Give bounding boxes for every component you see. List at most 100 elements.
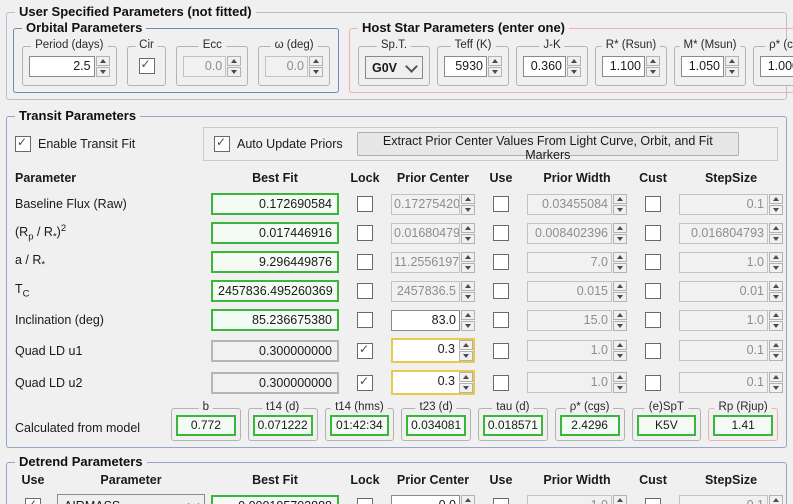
detrend-parameter-select[interactable]: AIRMASS: [57, 494, 205, 504]
lock-checkbox[interactable]: ✓: [357, 283, 373, 299]
spin-up-button[interactable]: [461, 495, 475, 504]
use-checkbox[interactable]: ✓: [493, 375, 509, 391]
cust-checkbox[interactable]: ✓: [645, 498, 661, 504]
spin-up-button[interactable]: [488, 56, 502, 66]
prior-center-spinner-value[interactable]: 0.0: [391, 495, 460, 504]
spin-down-button[interactable]: [613, 383, 627, 393]
spin-down-button[interactable]: [461, 321, 475, 331]
lock-checkbox[interactable]: ✓: [357, 312, 373, 328]
spin-up-button[interactable]: [459, 372, 473, 382]
spin-down-button[interactable]: [461, 205, 475, 215]
spin-down-button[interactable]: [613, 263, 627, 273]
spin-down-button[interactable]: [488, 67, 502, 77]
prior-width-spinner-value[interactable]: 15.0: [527, 310, 612, 331]
cust-checkbox[interactable]: ✓: [645, 254, 661, 270]
mstar-value[interactable]: 1.050: [681, 56, 724, 77]
stepsize-spinner-value[interactable]: 0.016804793: [679, 223, 768, 244]
lock-checkbox[interactable]: ✓: [357, 254, 373, 270]
spin-up-button[interactable]: [769, 281, 783, 291]
use-checkbox[interactable]: ✓: [493, 225, 509, 241]
spin-down-button[interactable]: [769, 205, 783, 215]
cust-checkbox[interactable]: ✓: [645, 196, 661, 212]
spin-up-button[interactable]: [613, 252, 627, 262]
spin-down-button[interactable]: [769, 292, 783, 302]
prior-width-spinner-value[interactable]: 1.0: [527, 372, 612, 393]
lock-checkbox[interactable]: ✓: [357, 375, 373, 391]
jk-value[interactable]: 0.360: [523, 56, 566, 77]
spin-down-button[interactable]: [96, 67, 110, 77]
lock-checkbox[interactable]: ✓: [357, 196, 373, 212]
use-checkbox[interactable]: ✓: [493, 254, 509, 270]
stepsize-spinner-value[interactable]: 0.1: [679, 372, 768, 393]
spin-up-button[interactable]: [461, 281, 475, 291]
spin-down-button[interactable]: [459, 383, 473, 393]
period-value[interactable]: 2.5: [29, 56, 95, 77]
rstar-value[interactable]: 1.100: [602, 56, 645, 77]
extract-prior-center-button[interactable]: Extract Prior Center Values From Light C…: [357, 132, 739, 156]
lock-checkbox[interactable]: ✓: [357, 498, 373, 504]
spin-down-button[interactable]: [461, 263, 475, 273]
spin-up-button[interactable]: [613, 310, 627, 320]
spin-up-button[interactable]: [96, 56, 110, 66]
stepsize-spinner-value[interactable]: 1.0: [679, 252, 768, 273]
spin-down-button[interactable]: [646, 67, 660, 77]
spin-up-button[interactable]: [461, 194, 475, 204]
prior-center-spinner-value[interactable]: 0.3: [393, 340, 458, 361]
spin-up-button[interactable]: [567, 56, 581, 66]
spin-up-button[interactable]: [459, 340, 473, 350]
prior-center-spinner-value[interactable]: 0.016804793: [391, 223, 460, 244]
prior-width-spinner-value[interactable]: 1.0: [527, 495, 612, 504]
spin-up-button[interactable]: [769, 340, 783, 350]
prior-center-spinner-value[interactable]: 0.172754202: [391, 194, 460, 215]
cir-checkbox[interactable]: ✓: [139, 58, 155, 74]
spin-up-button[interactable]: [461, 252, 475, 262]
spin-down-button[interactable]: [613, 351, 627, 361]
ecc-value[interactable]: 0.0: [183, 56, 226, 77]
cust-checkbox[interactable]: ✓: [645, 312, 661, 328]
spin-up-button[interactable]: [725, 56, 739, 66]
prior-center-spinner-value[interactable]: 0.3: [393, 372, 458, 393]
prior-width-spinner-value[interactable]: 1.0: [527, 340, 612, 361]
cust-checkbox[interactable]: ✓: [645, 375, 661, 391]
use-checkbox[interactable]: ✓: [493, 343, 509, 359]
spin-down-button[interactable]: [769, 321, 783, 331]
spin-up-button[interactable]: [613, 495, 627, 504]
spin-down-button[interactable]: [613, 234, 627, 244]
spt-select[interactable]: G0V: [365, 56, 423, 79]
spin-up-button[interactable]: [613, 281, 627, 291]
spin-down-button[interactable]: [725, 67, 739, 77]
use-checkbox[interactable]: ✓: [493, 312, 509, 328]
spin-up-button[interactable]: [769, 372, 783, 382]
auto-update-priors-checkbox[interactable]: ✓: [214, 136, 230, 152]
spin-down-button[interactable]: [461, 292, 475, 302]
spin-down-button[interactable]: [769, 351, 783, 361]
lock-checkbox[interactable]: ✓: [357, 225, 373, 241]
lock-checkbox[interactable]: ✓: [357, 343, 373, 359]
spin-down-button[interactable]: [567, 67, 581, 77]
teff-value[interactable]: 5930: [444, 56, 487, 77]
prior-width-spinner-value[interactable]: 7.0: [527, 252, 612, 273]
spin-down-button[interactable]: [461, 234, 475, 244]
stepsize-spinner-value[interactable]: 0.1: [679, 340, 768, 361]
spin-up-button[interactable]: [613, 194, 627, 204]
spin-down-button[interactable]: [613, 292, 627, 302]
use-checkbox[interactable]: ✓: [493, 498, 509, 504]
detrend-use-checkbox[interactable]: ✓: [25, 498, 41, 504]
spin-down-button[interactable]: [309, 67, 323, 77]
enable-transit-fit-checkbox[interactable]: ✓: [15, 136, 31, 152]
use-checkbox[interactable]: ✓: [493, 196, 509, 212]
spin-up-button[interactable]: [769, 223, 783, 233]
prior-width-spinner-value[interactable]: 0.015: [527, 281, 612, 302]
spin-up-button[interactable]: [613, 340, 627, 350]
cust-checkbox[interactable]: ✓: [645, 283, 661, 299]
spin-down-button[interactable]: [613, 321, 627, 331]
spin-up-button[interactable]: [613, 372, 627, 382]
spin-up-button[interactable]: [309, 56, 323, 66]
use-checkbox[interactable]: ✓: [493, 283, 509, 299]
rho-value[interactable]: 1.000: [760, 56, 793, 77]
spin-down-button[interactable]: [769, 234, 783, 244]
prior-center-spinner-value[interactable]: 2457836.5: [391, 281, 460, 302]
spin-down-button[interactable]: [613, 205, 627, 215]
spin-up-button[interactable]: [646, 56, 660, 66]
spin-up-button[interactable]: [769, 194, 783, 204]
